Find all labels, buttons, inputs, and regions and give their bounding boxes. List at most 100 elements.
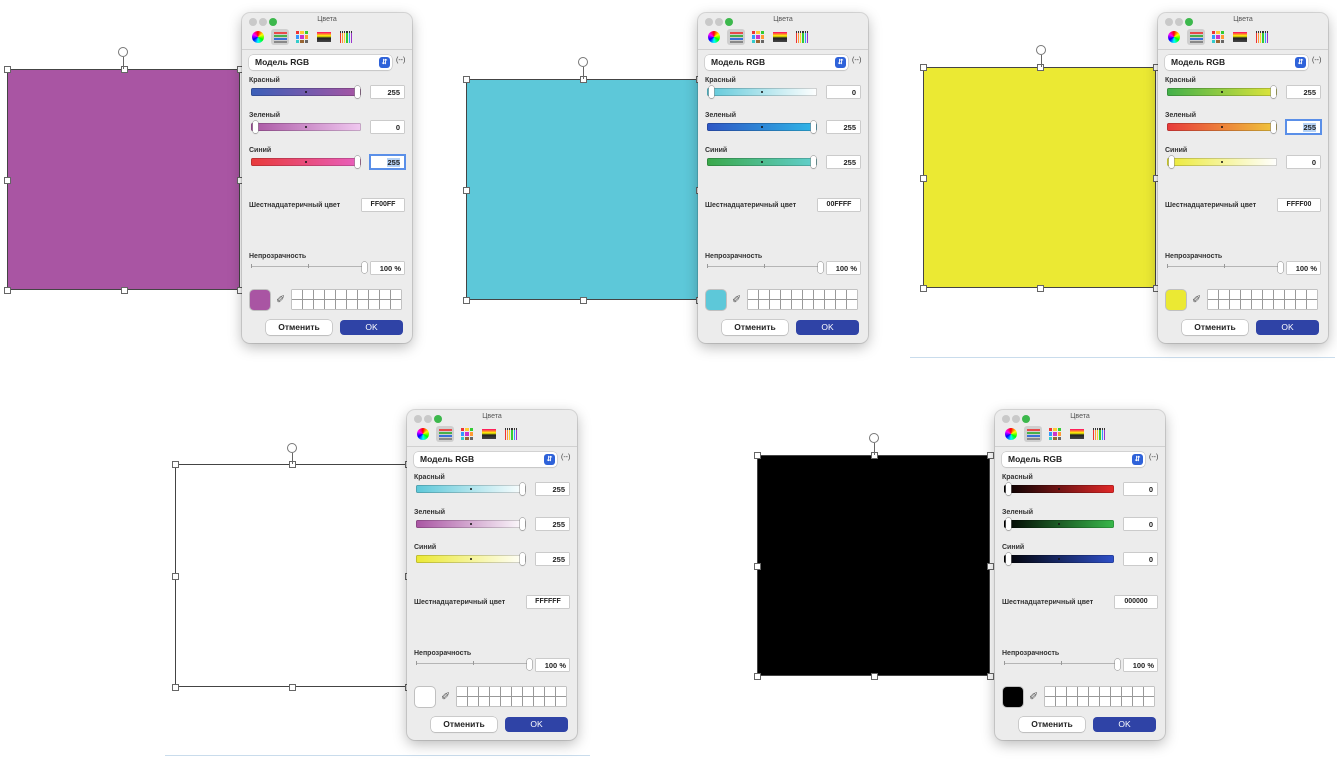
resize-handle[interactable] [4,176,11,184]
empty-swatch[interactable] [1078,687,1088,696]
rotate-handle-icon[interactable] [118,47,128,57]
blue-slider[interactable] [251,156,361,168]
empty-swatch[interactable] [479,687,489,696]
hex-color-field[interactable]: 00FFFF [818,199,860,211]
empty-swatch[interactable] [468,687,478,696]
resize-handle[interactable] [4,287,11,294]
empty-swatch[interactable] [1285,300,1295,309]
empty-swatch[interactable] [512,697,522,706]
opacity-value-field[interactable]: 100 % [1124,659,1157,671]
empty-swatch[interactable] [1307,290,1317,299]
red-slider-knob[interactable] [520,483,525,495]
empty-swatch[interactable] [325,290,335,299]
tab-color-wheel[interactable] [705,29,723,45]
empty-swatch[interactable] [534,697,544,706]
empty-swatch[interactable] [1067,687,1077,696]
resize-handle[interactable] [920,174,927,182]
cancel-button[interactable]: Отменить [266,320,332,335]
empty-swatch[interactable] [1100,687,1110,696]
current-color-well[interactable] [1166,290,1186,310]
resize-handle[interactable] [920,285,927,292]
empty-swatch[interactable] [545,697,555,706]
rotate-handle-icon[interactable] [869,433,879,443]
model-options-button[interactable]: (--) [1149,454,1158,461]
empty-swatch[interactable] [1252,300,1262,309]
color-model-select[interactable]: Модель RGB ⇵ [249,55,392,70]
empty-swatch[interactable] [369,290,379,299]
tab-image-palettes[interactable] [1068,426,1086,442]
empty-swatch[interactable] [1056,697,1066,706]
red-slider[interactable] [1004,483,1114,495]
eyedropper-icon[interactable]: ✐ [1192,293,1204,307]
blue-slider-knob[interactable] [355,156,360,168]
empty-swatch[interactable] [781,290,791,299]
empty-swatch[interactable] [545,687,555,696]
opacity-slider[interactable] [1167,264,1281,268]
cancel-button[interactable]: Отменить [1019,717,1085,732]
tab-crayons[interactable] [1253,29,1271,45]
current-color-well[interactable] [415,687,435,707]
empty-swatch[interactable] [836,300,846,309]
empty-swatch[interactable] [781,300,791,309]
resize-handle[interactable] [463,297,470,304]
green-slider[interactable] [1167,121,1277,133]
resize-handle[interactable] [463,186,470,194]
opacity-slider-knob[interactable] [1115,659,1120,670]
empty-swatch[interactable] [825,300,835,309]
empty-swatch[interactable] [479,697,489,706]
red-slider-knob[interactable] [1006,483,1011,495]
opacity-slider-knob[interactable] [1278,262,1283,273]
ok-button[interactable]: OK [796,320,859,335]
opacity-value-field[interactable]: 100 % [536,659,569,671]
empty-swatch[interactable] [1111,697,1121,706]
tab-color-wheel[interactable] [249,29,267,45]
empty-swatch[interactable] [759,300,769,309]
blue-slider[interactable] [1004,553,1114,565]
red-slider[interactable] [707,86,817,98]
empty-swatch[interactable] [1307,300,1317,309]
green-value-field[interactable]: 0 [1124,518,1157,530]
empty-swatch[interactable] [336,300,346,309]
model-options-button[interactable]: (--) [561,454,570,461]
resize-handle[interactable] [987,673,994,680]
green-slider[interactable] [416,518,526,530]
empty-swatch[interactable] [1219,290,1229,299]
hex-color-field[interactable]: FFFFFF [527,596,569,608]
color-model-select[interactable]: Модель RGB ⇵ [1002,452,1145,467]
empty-swatch[interactable] [1089,687,1099,696]
blue-slider[interactable] [416,553,526,565]
tab-color-wheel[interactable] [1165,29,1183,45]
empty-swatch[interactable] [391,300,401,309]
resize-handle[interactable] [870,673,878,680]
empty-swatch[interactable] [457,687,467,696]
empty-swatch[interactable] [1230,290,1240,299]
empty-swatch[interactable] [358,290,368,299]
model-options-button[interactable]: (--) [1312,57,1321,64]
tab-image-palettes[interactable] [480,426,498,442]
rotate-handle-icon[interactable] [578,57,588,67]
empty-swatch[interactable] [847,300,857,309]
empty-swatch[interactable] [1100,697,1110,706]
empty-swatch[interactable] [836,290,846,299]
empty-swatch[interactable] [468,697,478,706]
empty-swatch[interactable] [814,290,824,299]
empty-swatch[interactable] [1056,687,1066,696]
empty-swatch[interactable] [292,290,302,299]
selected-rectangle-shape[interactable] [175,464,408,687]
resize-handle[interactable] [120,287,128,294]
empty-swatch[interactable] [1078,697,1088,706]
tab-color-palettes[interactable] [749,29,767,45]
green-slider-knob[interactable] [1271,121,1276,133]
opacity-value-field[interactable]: 100 % [827,262,860,274]
empty-swatch[interactable] [748,290,758,299]
empty-swatch[interactable] [534,687,544,696]
opacity-slider[interactable] [416,661,530,665]
rotate-handle-icon[interactable] [287,443,297,453]
green-slider-knob[interactable] [1006,518,1011,530]
empty-swatch[interactable] [369,300,379,309]
resize-handle[interactable] [987,452,994,459]
empty-swatch[interactable] [1252,290,1262,299]
empty-swatch[interactable] [391,290,401,299]
current-color-well[interactable] [250,290,270,310]
empty-swatch[interactable] [512,687,522,696]
